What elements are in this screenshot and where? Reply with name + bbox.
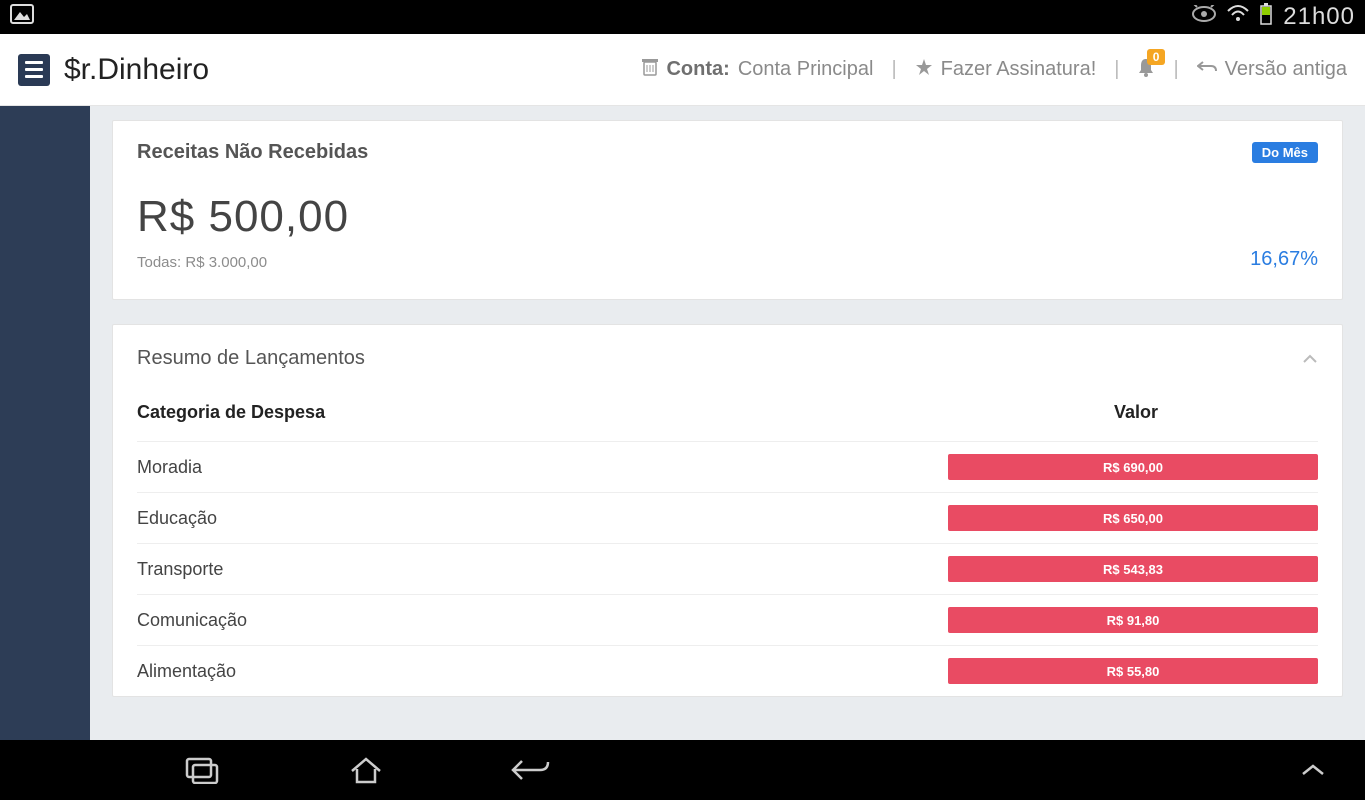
card-title: Receitas Não Recebidas	[137, 141, 368, 164]
table-row[interactable]: Moradia R$ 690,00	[137, 441, 1318, 492]
transactions-summary-panel: Resumo de Lançamentos Categoria de Despe…	[112, 324, 1343, 697]
col-category: Categoria de Despesa	[137, 402, 325, 423]
main-content: Receitas Não Recebidas Do Mês R$ 500,00 …	[90, 106, 1365, 740]
nav-overflow-button[interactable]	[1291, 748, 1335, 792]
battery-icon	[1259, 3, 1273, 31]
trash-icon	[642, 58, 658, 82]
home-button[interactable]	[344, 748, 388, 792]
subscribe-link[interactable]: Fazer Assinatura!	[915, 58, 1097, 82]
chevron-up-icon	[1302, 348, 1318, 369]
all-label: Todas:	[137, 254, 181, 271]
value-bar: R$ 690,00	[948, 454, 1318, 480]
account-value: Conta Principal	[738, 58, 874, 81]
notifications-button[interactable]: 0	[1137, 57, 1155, 83]
income-not-received-card: Receitas Não Recebidas Do Mês R$ 500,00 …	[112, 120, 1343, 300]
divider: |	[1114, 58, 1119, 81]
eye-icon	[1191, 5, 1217, 29]
sidebar[interactable]	[0, 106, 90, 740]
table-row[interactable]: Comunicação R$ 91,80	[137, 594, 1318, 645]
table-row[interactable]: Educação R$ 650,00	[137, 492, 1318, 543]
wifi-icon	[1227, 5, 1249, 29]
panel-header[interactable]: Resumo de Lançamentos	[113, 325, 1342, 392]
divider: |	[1173, 58, 1178, 81]
brand-logo: $r.Dinheiro	[64, 53, 209, 87]
star-icon	[915, 58, 933, 82]
col-value: Valor	[1114, 402, 1158, 423]
value-bar: R$ 650,00	[948, 505, 1318, 531]
old-version-link[interactable]: Versão antiga	[1197, 58, 1347, 81]
category-label: Comunicação	[137, 610, 728, 631]
recent-apps-button[interactable]	[180, 748, 224, 792]
value-bar: R$ 55,80	[948, 658, 1318, 684]
value-bar: R$ 543,83	[948, 556, 1318, 582]
table-row[interactable]: Transporte R$ 543,83	[137, 543, 1318, 594]
period-chip[interactable]: Do Mês	[1252, 142, 1318, 163]
table-row[interactable]: Alimentação R$ 55,80	[137, 645, 1318, 696]
category-label: Educação	[137, 508, 728, 529]
income-amount: R$ 500,00	[137, 192, 1318, 242]
category-label: Moradia	[137, 457, 728, 478]
divider: |	[891, 58, 896, 81]
value-bar: R$ 91,80	[948, 607, 1318, 633]
android-status-bar: 21h00	[0, 0, 1365, 34]
status-clock: 21h00	[1283, 3, 1355, 31]
category-label: Transporte	[137, 559, 728, 580]
category-label: Alimentação	[137, 661, 728, 682]
all-value: R$ 3.000,00	[185, 254, 267, 271]
income-percentage: 16,67%	[1250, 248, 1318, 271]
undo-icon	[1197, 58, 1217, 81]
back-button[interactable]	[508, 748, 552, 792]
picture-icon	[10, 4, 34, 30]
android-nav-bar	[0, 740, 1365, 800]
menu-button[interactable]	[18, 54, 50, 86]
account-selector[interactable]: Conta: Conta Principal	[642, 58, 873, 82]
app-header: $r.Dinheiro Conta: Conta Principal | Faz…	[0, 34, 1365, 106]
notification-badge: 0	[1147, 49, 1166, 65]
account-label: Conta:	[666, 58, 729, 81]
